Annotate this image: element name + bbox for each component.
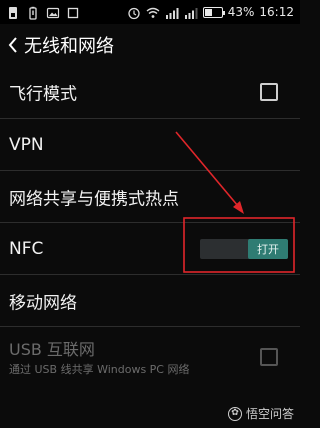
battery-icon <box>202 6 225 18</box>
watermark: ✿ 悟空问答 <box>227 405 294 422</box>
setting-label: USB 互联网 <box>9 340 95 359</box>
toggle-on-label: 打开 <box>248 238 288 259</box>
setting-mobile-network[interactable]: 移动网络 <box>0 274 300 326</box>
usb-internet-checkbox <box>260 347 278 366</box>
setting-label: NFC <box>9 238 44 259</box>
battery-alert-icon <box>26 5 40 20</box>
battery-level <box>204 8 212 16</box>
setting-usb-internet: USB 互联网 通过 USB 线共享 Windows PC 网络 <box>0 326 300 386</box>
header[interactable]: 无线和网络 <box>0 24 300 66</box>
back-chevron-icon[interactable] <box>4 34 22 56</box>
clock: 16:12 <box>259 5 294 19</box>
setting-label: VPN <box>9 134 44 155</box>
signal-icon <box>184 5 198 19</box>
status-left-icons <box>6 5 80 20</box>
setting-airplane-mode[interactable]: 飞行模式 <box>0 66 300 118</box>
signal-icon <box>165 5 179 19</box>
page-title: 无线和网络 <box>24 36 114 57</box>
setting-label: 移动网络 <box>9 293 77 313</box>
square-icon <box>66 5 80 19</box>
setting-label: 飞行模式 <box>9 84 77 105</box>
settings-list: 飞行模式 VPN 网络共享与便携式热点 NFC 打开 移动网络 USB 互联网 … <box>0 66 300 386</box>
nfc-toggle[interactable]: 打开 <box>200 238 288 259</box>
setting-tethering-hotspot[interactable]: 网络共享与便携式热点 <box>0 170 300 222</box>
status-bar: 43% 16:12 <box>0 0 300 24</box>
setting-vpn[interactable]: VPN <box>0 118 300 170</box>
setting-nfc[interactable]: NFC 打开 <box>0 222 300 274</box>
sim-icon <box>6 5 20 19</box>
alarm-icon <box>127 5 141 20</box>
watermark-logo-icon: ✿ <box>227 406 242 421</box>
status-right-icons: 43% 16:12 <box>127 5 294 20</box>
image-icon <box>46 5 60 19</box>
setting-sub-label: 通过 USB 线共享 Windows PC 网络 <box>9 363 190 376</box>
wifi-icon <box>146 5 160 19</box>
setting-label: 网络共享与便携式热点 <box>9 189 179 209</box>
watermark-text: 悟空问答 <box>245 407 294 421</box>
airplane-mode-checkbox[interactable] <box>260 83 278 101</box>
battery-percent: 43% <box>227 5 255 19</box>
